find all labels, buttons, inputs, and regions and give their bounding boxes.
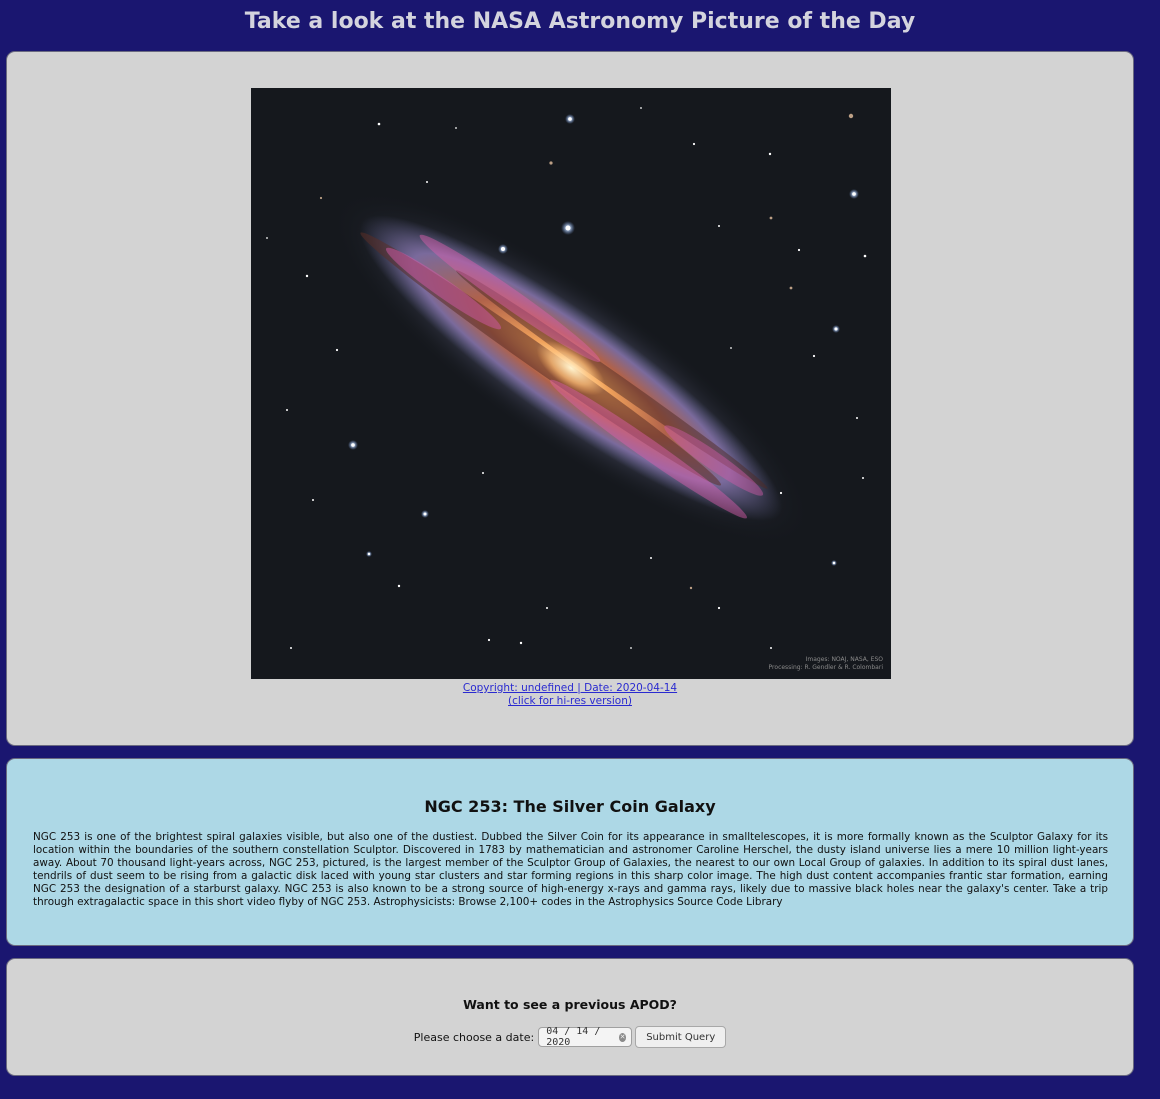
copyright-date-link[interactable]: Copyright: undefined | Date: 2020-04-14	[463, 682, 677, 694]
apod-image[interactable]: Images: NOAJ, NASA, ESO Processing: R. G…	[251, 88, 891, 679]
svg-text:Processing: R. Gendler & R. Co: Processing: R. Gendler & R. Colombari	[769, 664, 884, 671]
date-value: 04 / 14 / 2020	[546, 1026, 601, 1048]
description-panel: NGC 253: The Silver Coin Galaxy NGC 253 …	[6, 758, 1134, 946]
apod-title: NGC 253: The Silver Coin Galaxy	[424, 797, 716, 816]
page-title: Take a look at the NASA Astronomy Pictur…	[244, 9, 916, 34]
date-label: Please choose a date:	[413, 1030, 535, 1044]
apod-explanation: NGC 253 is one of the brightest spiral g…	[33, 831, 1108, 908]
submit-button[interactable]: Submit Query	[635, 1026, 727, 1048]
svg-text:Images: NOAJ, NASA, ESO: Images: NOAJ, NASA, ESO	[806, 656, 884, 663]
date-form-panel: Want to see a previous APOD? Please choo…	[6, 958, 1134, 1076]
hires-link[interactable]: (click for hi-res version)	[508, 695, 632, 707]
clear-icon[interactable]: ✕	[618, 1032, 627, 1042]
date-input[interactable]: 04 / 14 / 2020 ✕	[538, 1026, 633, 1048]
image-panel: Images: NOAJ, NASA, ESO Processing: R. G…	[6, 51, 1134, 746]
date-form: Please choose a date: 04 / 14 / 2020 ✕ S…	[7, 1026, 1133, 1048]
image-caption: Copyright: undefined | Date: 2020-04-14 …	[7, 682, 1133, 708]
form-heading: Want to see a previous APOD?	[463, 997, 677, 1012]
